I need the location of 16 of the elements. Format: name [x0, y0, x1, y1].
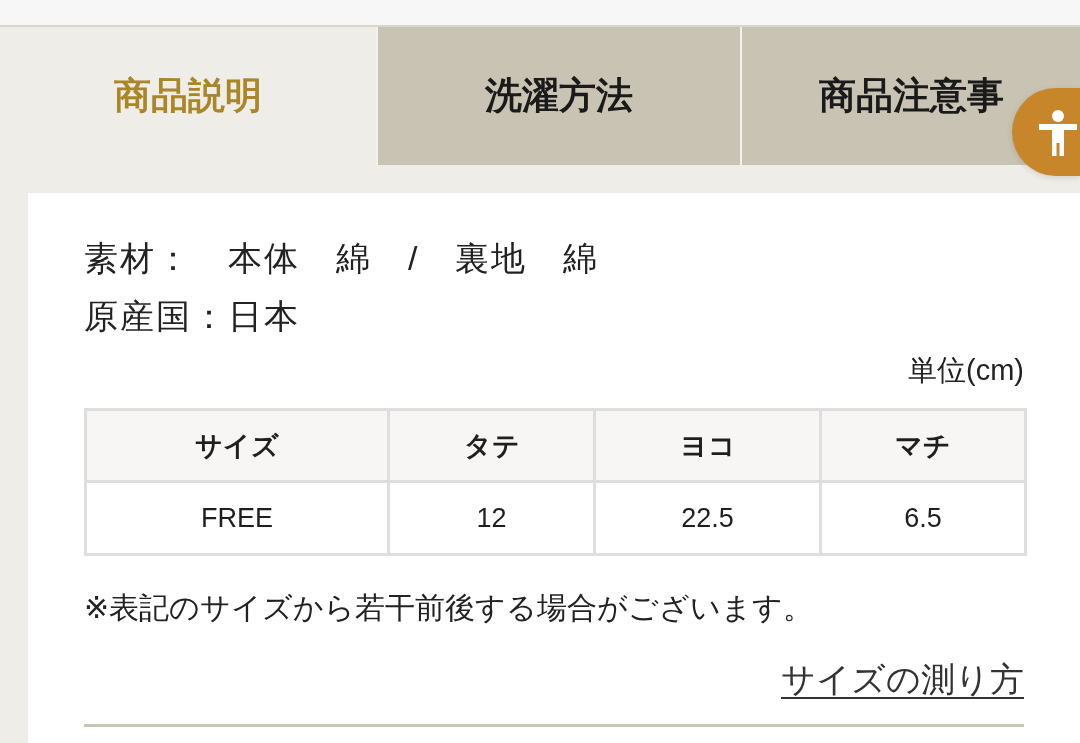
accessibility-button[interactable] — [1012, 88, 1080, 176]
measure-link[interactable]: サイズの測り方 — [781, 653, 1024, 705]
table-header-cell: マチ — [820, 409, 1026, 482]
table-cell: FREE — [85, 481, 389, 555]
size-note: ※表記のサイズから若干前後する場合がございます。 — [84, 590, 815, 626]
table-cell: 6.5 — [820, 481, 1026, 555]
table-header-cell: タテ — [388, 409, 595, 482]
table-cell: 22.5 — [594, 481, 821, 555]
table-cell: 12 — [388, 481, 595, 555]
detail-text: 原産国：日本 — [84, 296, 301, 337]
table-header-cell: ヨコ — [594, 409, 821, 482]
person-icon — [1039, 110, 1077, 156]
tab[interactable]: 洗濯方法 — [378, 27, 740, 165]
table-header-cell: サイズ — [85, 409, 389, 482]
detail-text: 素材： 本体 綿 / 裏地 綿 — [84, 238, 601, 279]
unit-label: 単位(cm) — [908, 353, 1024, 388]
